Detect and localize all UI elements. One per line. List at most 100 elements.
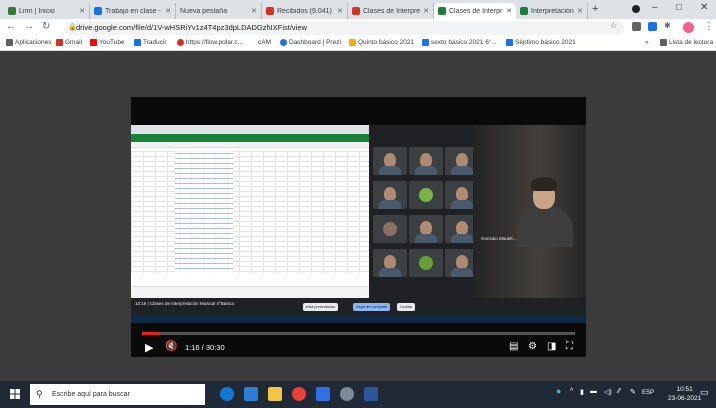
fullscreen-icon[interactable]: ⛶: [566, 341, 573, 352]
store-icon[interactable]: [244, 387, 258, 401]
network-icon[interactable]: ▬: [590, 388, 597, 395]
notifications-icon[interactable]: ▭: [700, 387, 709, 398]
bookmark-cam[interactable]: cAM: [258, 39, 271, 46]
video-player[interactable]: Gonzalo Mautel... 10:16 | Clases de Inte…: [131, 97, 586, 357]
miniplayer-icon[interactable]: ◨: [547, 341, 556, 352]
antivirus-icon[interactable]: [340, 387, 354, 401]
extension-icon[interactable]: [632, 22, 641, 31]
subtitles-icon[interactable]: ▤: [509, 341, 518, 352]
tab-label: Lirm | Inicio: [19, 7, 55, 15]
recorded-taskbar: [131, 316, 586, 323]
close-icon[interactable]: ✕: [423, 7, 429, 15]
lock-icon[interactable]: 🔒: [68, 21, 77, 35]
close-icon[interactable]: ✕: [337, 7, 343, 15]
bookmark-quinto[interactable]: Quinto básico 2021: [349, 39, 414, 46]
body-shape: [379, 200, 401, 209]
record-icon[interactable]: [632, 5, 640, 13]
chevron-up-icon[interactable]: ^: [570, 388, 573, 395]
close-icon[interactable]: ✕: [165, 7, 171, 15]
edge-icon[interactable]: [220, 387, 234, 401]
chrome-icon[interactable]: [292, 387, 306, 401]
progress-bar[interactable]: [142, 332, 575, 335]
bookmark-label: Traducir: [143, 39, 167, 46]
tab-lirm[interactable]: Lirm | Inicio ✕: [4, 3, 90, 19]
face-shape: [456, 255, 468, 269]
chevron-double-right-icon: »: [645, 39, 649, 46]
close-icon[interactable]: ✕: [506, 7, 512, 15]
tab-drive-active[interactable]: Clases de Interpr ✕: [434, 3, 516, 19]
forward-button[interactable]: →: [24, 21, 34, 32]
volume-icon[interactable]: ◁): [604, 388, 612, 396]
drive-viewer: Gonzalo Mautel... 10:16 | Clases de Inte…: [0, 51, 716, 381]
address-bar[interactable]: 🔒 drive.google.com/file/d/1V-wHSRiYv1z4T…: [64, 21, 624, 35]
reading-list-button[interactable]: Lista de lectura: [660, 39, 713, 46]
extension-icon[interactable]: [648, 22, 657, 31]
body-shape: [379, 268, 401, 277]
windows-start-icon[interactable]: [10, 389, 20, 399]
settings-gear-icon[interactable]: ⚙: [528, 341, 537, 352]
volume-muted-icon[interactable]: 🔇: [165, 341, 177, 352]
tab-new-tab[interactable]: Nueva pestaña ✕: [176, 3, 262, 19]
participant-tile: [373, 181, 407, 209]
windows-taskbar: ⚲ Escribe aquí para buscar ● ^ ▮ ▬ ◁) ⁄⁄…: [0, 381, 716, 408]
classroom-icon: [422, 39, 429, 46]
avatar[interactable]: [683, 22, 694, 33]
tab-gmail-inbox[interactable]: Recibidos (9.041) ✕: [262, 3, 348, 19]
bookmark-label: Quinto básico 2021: [358, 39, 415, 46]
battery-icon[interactable]: ▮: [580, 388, 584, 396]
taskbar-search[interactable]: ⚲ Escribe aquí para buscar: [30, 384, 205, 405]
menu-icon[interactable]: ⋮: [704, 21, 714, 32]
taskbar-clock[interactable]: 10:51 23-06-2021: [668, 385, 701, 403]
close-icon[interactable]: ✕: [577, 7, 583, 15]
back-button[interactable]: ←: [6, 21, 16, 32]
close-icon[interactable]: ✕: [251, 7, 257, 15]
help-icon[interactable]: ●: [556, 386, 561, 396]
reading-list-label: Lista de lectura: [669, 39, 714, 46]
speaker-name: Gonzalo Mautel...: [481, 236, 517, 241]
apps-grid-icon: [6, 39, 13, 46]
body-shape: [379, 166, 401, 175]
bookmark-label: YouTube: [99, 39, 125, 46]
bookmark-prezi[interactable]: Dashboard | Prezi: [280, 39, 341, 46]
present-notice: está presentando: [303, 303, 339, 311]
tab-label: Clases de Interpre: [363, 7, 421, 15]
tab-gmail-classes[interactable]: Clases de Interpre ✕: [348, 3, 434, 19]
participant-tile: [409, 215, 443, 243]
star-icon[interactable]: ☆: [610, 21, 617, 30]
tab-drive-interpretacion[interactable]: Interpretación M ✕: [516, 3, 588, 19]
play-icon[interactable]: ▶: [145, 341, 153, 354]
reload-button[interactable]: ↻: [42, 21, 50, 32]
maximize-button[interactable]: □: [676, 2, 682, 13]
input-language[interactable]: ESP: [642, 390, 654, 396]
time-display: 1:16 / 30:30: [185, 343, 225, 352]
bookmark-septimo[interactable]: Séptimo básico 2021: [506, 39, 576, 46]
language-icon[interactable]: ⁄⁄: [618, 388, 620, 395]
bookmark-label: https://flow.polar.c...: [186, 39, 244, 46]
face-shape: [384, 187, 396, 201]
new-tab-button[interactable]: +: [592, 3, 598, 15]
word-icon[interactable]: [364, 387, 378, 401]
minimize-button[interactable]: –: [652, 2, 658, 13]
bookmark-sexto[interactable]: sexto básico 2021 6°...: [422, 39, 497, 46]
mail-icon[interactable]: [316, 387, 330, 401]
bookmark-translate[interactable]: Traducir: [134, 39, 167, 46]
body-shape: [415, 234, 437, 243]
bookmark-polar-flow[interactable]: https://flow.polar.c...: [177, 39, 243, 46]
close-icon[interactable]: ✕: [79, 7, 85, 15]
participant-tile: [409, 147, 443, 175]
puzzle-icon[interactable]: ✱: [664, 21, 671, 30]
bookmark-label: Séptimo básico 2021: [515, 39, 576, 46]
close-window-button[interactable]: ✕: [700, 2, 708, 13]
explorer-icon[interactable]: [268, 387, 282, 401]
gmail-icon: [352, 7, 360, 15]
bookmark-youtube[interactable]: YouTube: [90, 39, 125, 46]
face-shape: [456, 153, 468, 167]
bookmark-apps[interactable]: Aplicaciones: [6, 39, 52, 46]
classroom-icon: [349, 39, 356, 46]
bookmark-gmail[interactable]: Gmail: [56, 39, 82, 46]
tab-classroom[interactable]: Trabajo en clase - ✕: [90, 3, 176, 19]
tab-label: Interpretación M: [531, 7, 574, 15]
pen-icon[interactable]: ✎: [630, 388, 636, 396]
lirm-icon: [8, 7, 16, 15]
more-bookmarks-button[interactable]: »: [645, 39, 649, 46]
